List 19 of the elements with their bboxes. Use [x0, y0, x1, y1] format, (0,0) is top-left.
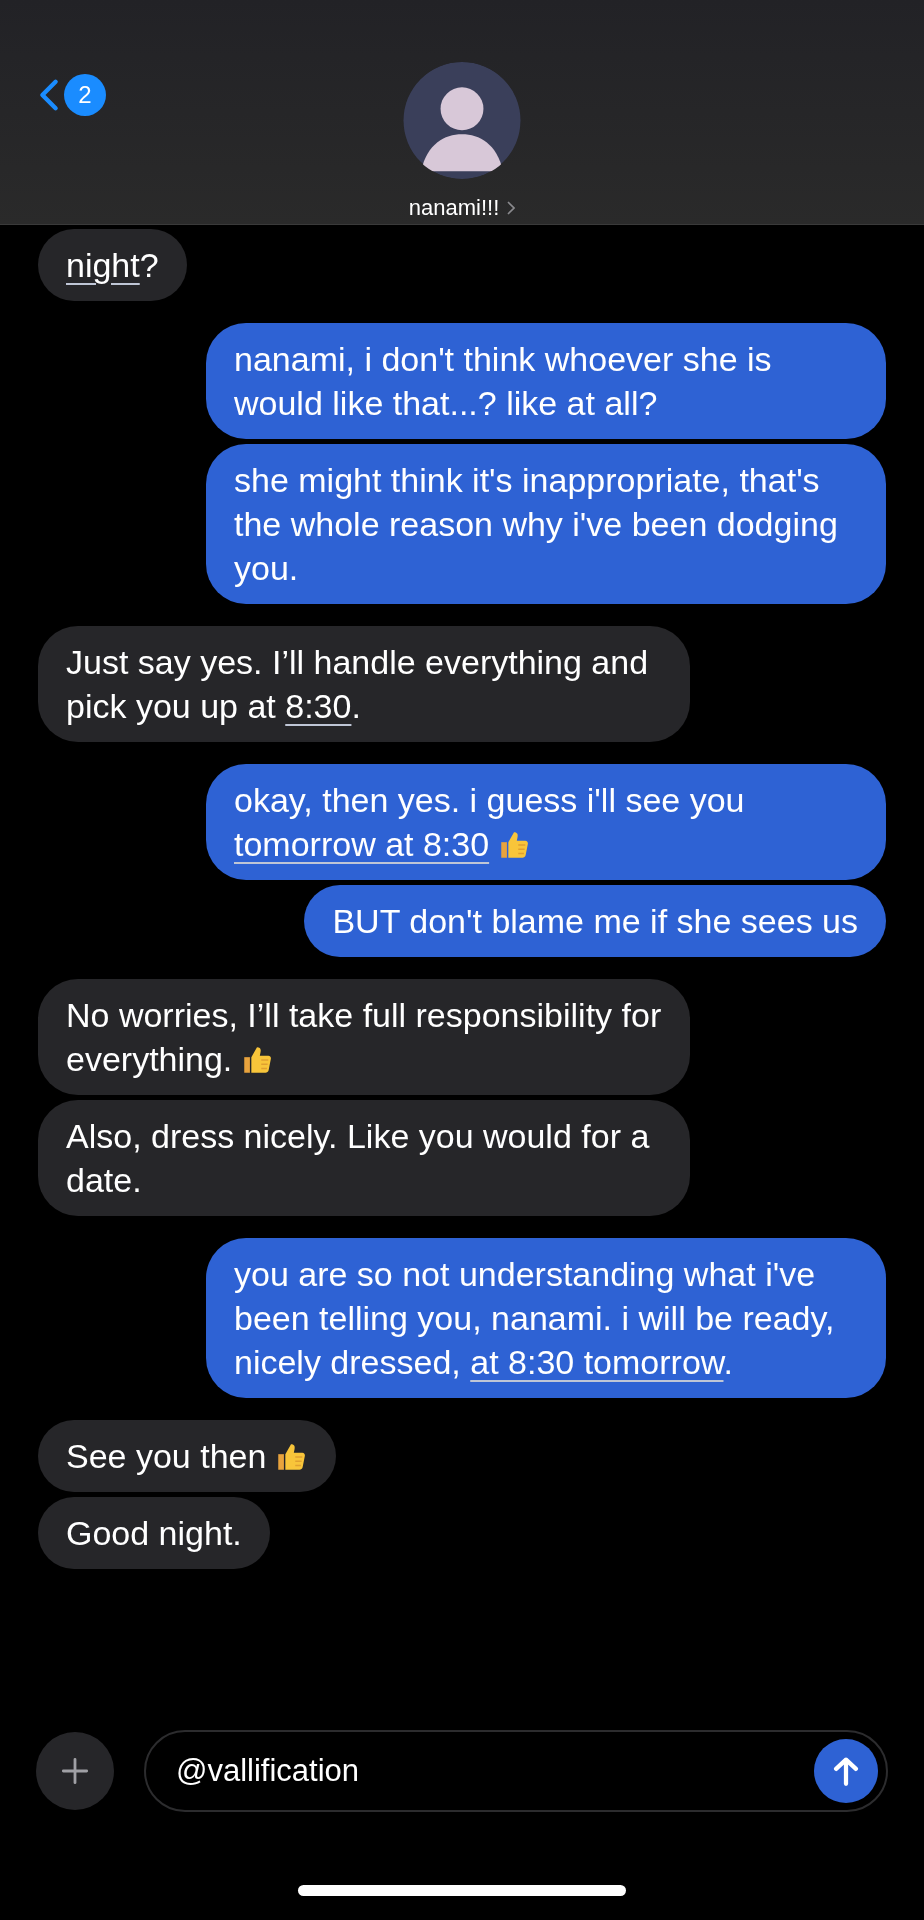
message-input[interactable]: @vallification — [176, 1747, 814, 1795]
message-bubble: she might think it's inappropriate, that's the whole reason why i've been dodging you. — [206, 444, 886, 604]
message-bubble: Just say yes. I’ll handle everything and pick you up at 8:30. — [38, 626, 690, 742]
message-bubble: BUT don't blame me if she sees us — [304, 885, 886, 957]
message-bubble: See you then — [38, 1420, 337, 1492]
back-chevron-icon[interactable] — [38, 78, 60, 112]
message-bubble: okay, then yes. i guess i'll see you tomorrow at 8:30 — [206, 764, 886, 880]
send-button[interactable] — [814, 1739, 878, 1803]
plus-icon — [61, 1757, 89, 1785]
avatar[interactable] — [403, 62, 521, 179]
contact-name[interactable]: nanami!!! — [408, 191, 500, 224]
message-bubble: you are so not understanding what i've been telling you, nanami. i will be ready, nicely dressed, at 8:30 tomorrow. — [206, 1238, 886, 1398]
chevron-right-icon[interactable] — [507, 200, 516, 215]
message-bubble: No worries, I’ll take full responsibility for everything. — [38, 979, 690, 1095]
message-bubble: Also, dress nicely. Like you would for a date. — [38, 1100, 690, 1216]
message-bubble: night? — [38, 229, 187, 301]
message-bubble: nanami, i don't think whoever she is would like that...? like at all? — [206, 323, 886, 439]
message-field[interactable]: @vallification — [144, 1730, 888, 1812]
message-bubble: Good night. — [38, 1497, 270, 1569]
